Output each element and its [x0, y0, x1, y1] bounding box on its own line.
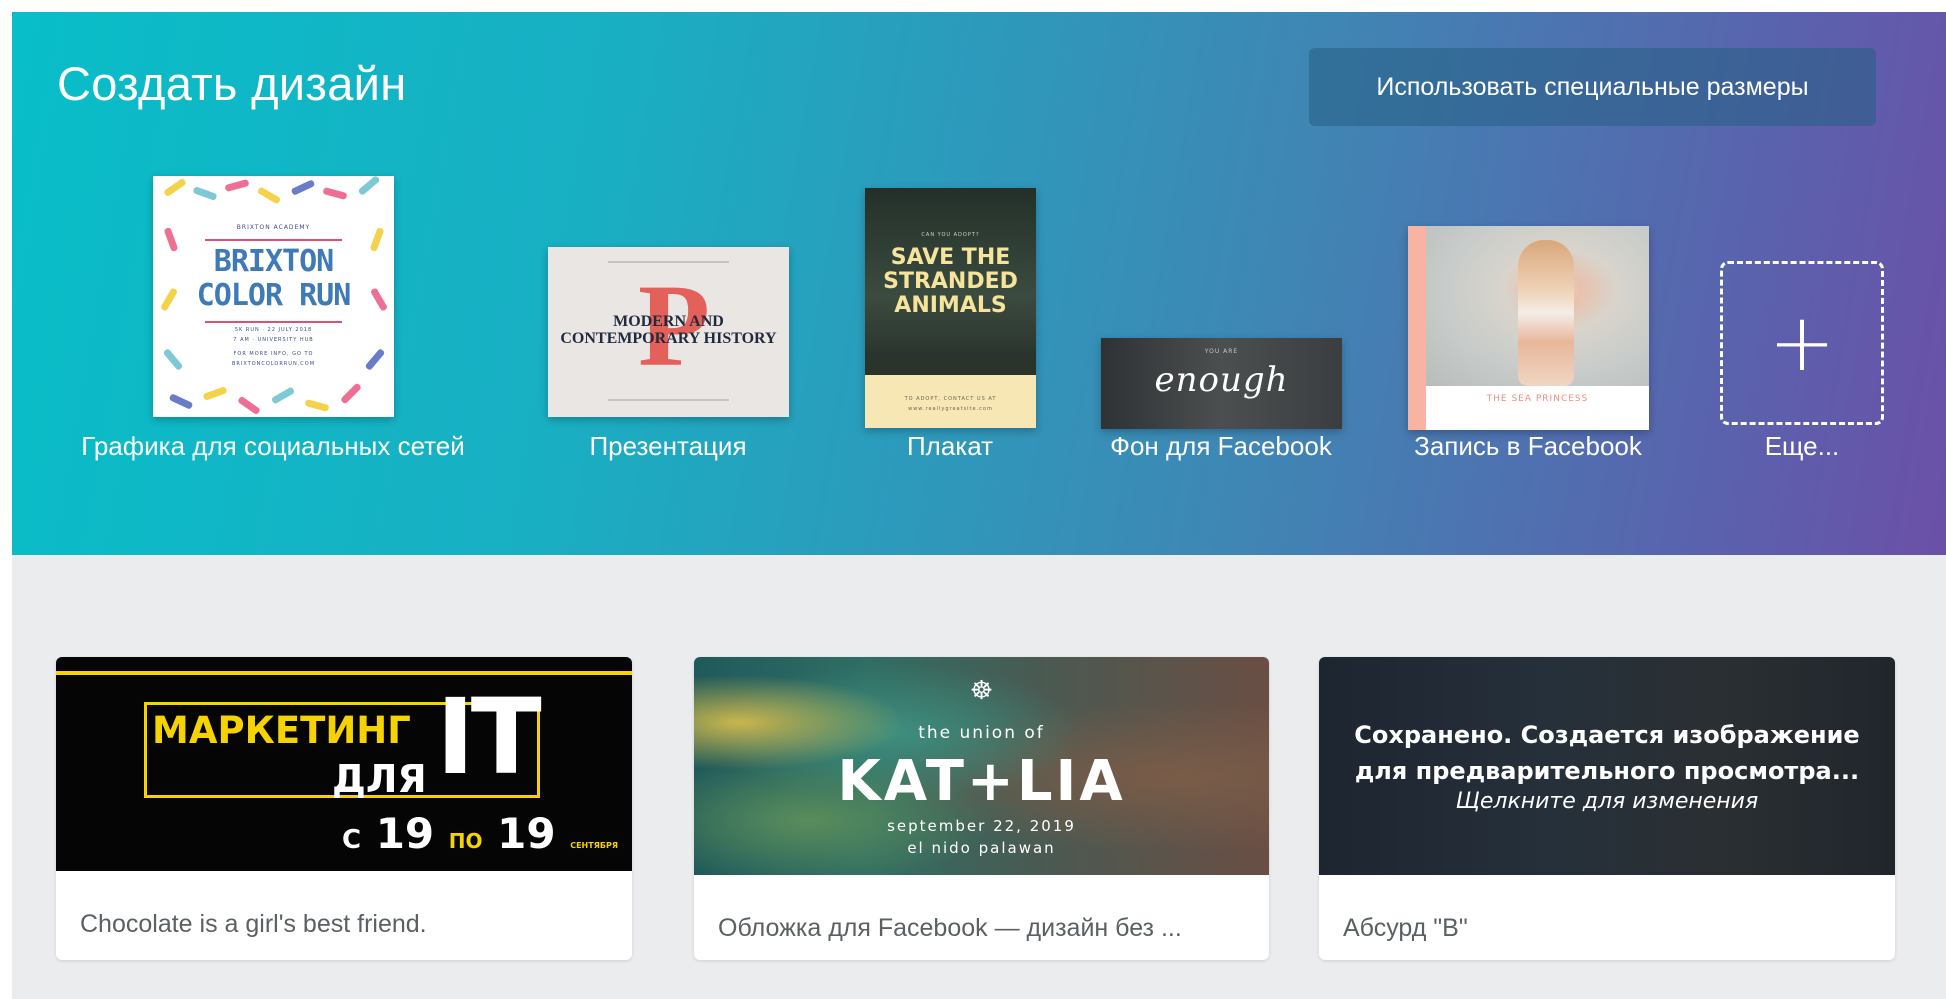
app-frame: Создать дизайн Использовать специальные …	[12, 12, 1946, 999]
design-type-label[interactable]: Фон для Facebook	[1110, 431, 1332, 462]
design-card[interactable]: ☸ the union of KAT+LIA september 22, 201…	[694, 657, 1269, 960]
facebook-cover-thumbnail[interactable]: YOU ARE enough	[1101, 338, 1342, 429]
design-type-label[interactable]: Плакат	[907, 431, 993, 462]
thumb-title: MODERN AND CONTEMPORARY HISTORY	[560, 313, 777, 347]
thumb-caption: THE SEA PRINCESS	[1486, 394, 1589, 404]
saving-status: Сохранено. Создается изображение для пре…	[1354, 721, 1860, 785]
model-photo	[1518, 240, 1574, 386]
design-type-label[interactable]: Презентация	[589, 431, 746, 462]
plus-icon: +	[1768, 296, 1836, 389]
poster-thumbnail[interactable]: CAN YOU ADOPT? SAVE THE STRANDED ANIMALS…	[865, 188, 1036, 428]
design-card[interactable]: МАРКЕТИНГ ДЛЯ IT С 19 ПО 19 СЕНТЯБРЯ Cho…	[56, 657, 632, 960]
design-type-label[interactable]: Запись в Facebook	[1414, 431, 1642, 462]
social-graphic-thumbnail[interactable]: BRIXTON ACADEMY BRIXTON COLOR RUN 5K RUN…	[153, 176, 394, 417]
design-preview[interactable]: Сохранено. Создается изображение для пре…	[1319, 657, 1895, 875]
design-card[interactable]: Сохранено. Создается изображение для пре…	[1319, 657, 1895, 960]
helm-icon: ☸	[969, 675, 994, 705]
more-button[interactable]: +	[1720, 261, 1884, 425]
edit-hint[interactable]: Щелкните для изменения	[1319, 789, 1895, 814]
page-title: Создать дизайн	[57, 57, 407, 110]
design-type-label[interactable]: Еще...	[1765, 431, 1840, 462]
create-design-panel: Создать дизайн Использовать специальные …	[12, 12, 1946, 555]
thumb-school: BRIXTON ACADEMY	[236, 224, 311, 231]
design-type-label[interactable]: Графика для социальных сетей	[81, 431, 465, 462]
facebook-post-thumbnail[interactable]: THE SEA PRINCESS	[1408, 226, 1649, 430]
design-title[interactable]: Обложка для Facebook — дизайн без ...	[718, 914, 1182, 943]
custom-size-button[interactable]: Использовать специальные размеры	[1309, 48, 1876, 126]
thumb-title: SAVE THE STRANDED ANIMALS	[883, 245, 1018, 318]
design-preview[interactable]: ☸ the union of KAT+LIA september 22, 201…	[694, 657, 1269, 875]
thumb-title: BRIXTON COLOR RUN	[196, 244, 352, 313]
design-preview[interactable]: МАРКЕТИНГ ДЛЯ IT С 19 ПО 19 СЕНТЯБРЯ	[56, 657, 632, 871]
design-title[interactable]: Абсурд "В"	[1343, 914, 1468, 943]
design-title[interactable]: Chocolate is a girl's best friend.	[80, 910, 427, 939]
thumb-word: enough	[1154, 360, 1289, 400]
presentation-thumbnail[interactable]: P MODERN AND CONTEMPORARY HISTORY	[548, 247, 789, 417]
